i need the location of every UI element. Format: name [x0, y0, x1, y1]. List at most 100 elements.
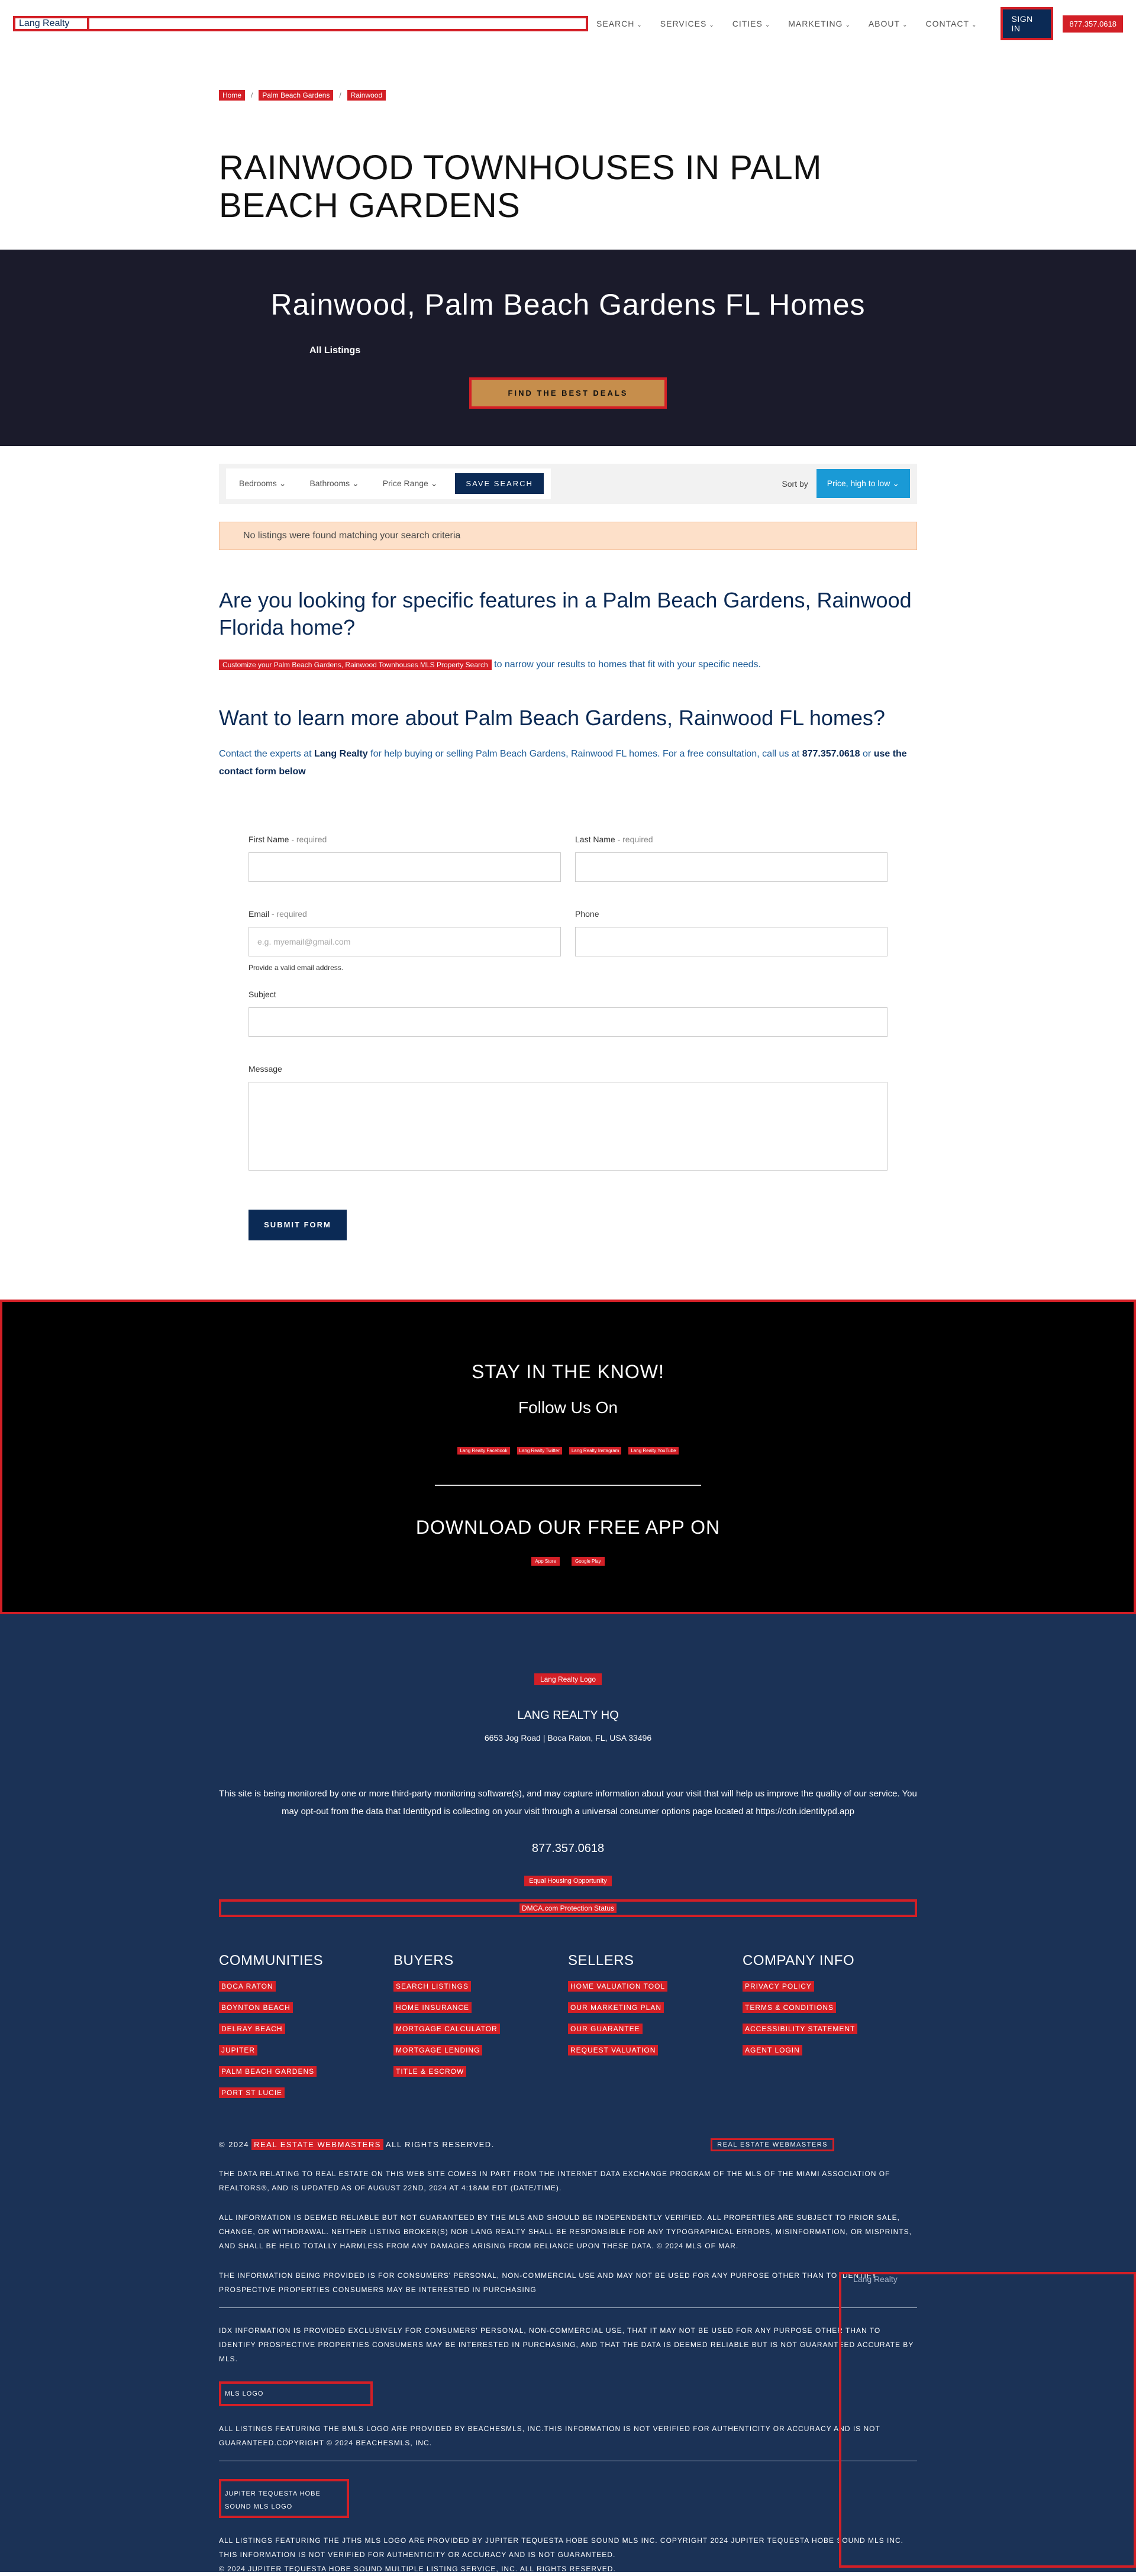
rew-link[interactable]: REAL ESTATE WEBMASTERS: [251, 2139, 383, 2151]
stay-in-the-know-section: STAY IN THE KNOW! Follow Us On Lang Real…: [0, 1299, 1136, 1614]
chat-widget-frame[interactable]: Lang Realty: [839, 2271, 1136, 2568]
footer-link[interactable]: TITLE & ESCROW: [393, 2066, 568, 2077]
bathrooms-select[interactable]: Bathrooms ⌄: [304, 479, 364, 489]
page-title: RAINWOOD TOWNHOUSES IN PALM BEACH GARDEN…: [219, 148, 822, 225]
sort-control: Sort by Price, high to low ⌄: [782, 469, 910, 499]
first-name-group: First Name - required: [248, 835, 561, 882]
breadcrumb-separator: /: [251, 91, 253, 99]
phone-field[interactable]: [575, 926, 888, 956]
legal-text: ALL LISTINGS FEATURING THE JTHS MLS LOGO…: [219, 2536, 903, 2559]
legal-text: THE INFORMATION BEING PROVIDED IS FOR CO…: [219, 2271, 877, 2294]
breadcrumb-community[interactable]: Rainwood: [347, 90, 386, 101]
contact-form: First Name - required Last Name - requir…: [248, 835, 888, 1198]
app-store-badge[interactable]: App Store: [531, 1555, 560, 1566]
subject-group: Subject: [248, 990, 888, 1037]
rew-badge[interactable]: REAL ESTATE WEBMASTERS: [711, 2138, 834, 2151]
footer-phone[interactable]: 877.357.0618: [0, 1842, 1136, 1856]
features-text: Customize your Palm Beach Gardens, Rainw…: [219, 660, 917, 671]
customize-search-link[interactable]: Customize your Palm Beach Gardens, Rainw…: [219, 660, 492, 671]
footer-link[interactable]: AGENT LOGIN: [743, 2044, 917, 2055]
nav-services[interactable]: SERVICES ⌄: [660, 19, 715, 28]
footer-link[interactable]: OUR GUARANTEE: [568, 2023, 743, 2034]
tab-all-listings[interactable]: All Listings: [309, 345, 360, 355]
sign-in-button[interactable]: SIGN IN: [1001, 7, 1054, 40]
instagram-icon[interactable]: Lang Realty Instagram: [569, 1444, 622, 1455]
features-section: Are you looking for specific features in…: [219, 587, 917, 671]
email-field[interactable]: e.g. myemail@gmail.com: [248, 926, 561, 956]
nav-about[interactable]: ABOUT ⌄: [869, 19, 908, 28]
breadcrumb-home[interactable]: Home: [219, 90, 246, 101]
dmca-badge[interactable]: DMCA.com Protection Status: [219, 1899, 917, 1917]
learn-more-heading: Want to learn more about Palm Beach Gard…: [219, 706, 885, 731]
stay-title: STAY IN THE KNOW!: [472, 1360, 664, 1382]
legal-text: © 2024 JUPITER TEQUESTA HOBE SOUND MULTI…: [219, 2564, 616, 2573]
nav-cities[interactable]: CITIES ⌄: [732, 19, 771, 28]
google-play-badge[interactable]: Google Play: [571, 1555, 605, 1566]
footer-columns: COMMUNITIES BOCA RATON BOYNTON BEACH DEL…: [219, 1953, 917, 2109]
footer-link[interactable]: JUPITER: [219, 2044, 393, 2055]
footer-link[interactable]: BOYNTON BEACH: [219, 2002, 393, 2013]
email-label: Email - required: [248, 909, 307, 919]
last-name-field[interactable]: [575, 852, 888, 882]
contact-paragraph: Contact the experts at Lang Realty for h…: [219, 748, 907, 777]
footer-logo[interactable]: Lang Realty Logo: [534, 1673, 602, 1685]
facebook-icon[interactable]: Lang Realty Facebook: [457, 1444, 510, 1455]
chevron-down-icon: ⌄: [845, 22, 851, 28]
hero-title: Rainwood, Palm Beach Gardens FL Homes: [270, 287, 866, 321]
logo-bar[interactable]: Lang Realty: [13, 16, 589, 31]
chevron-down-icon: ⌄: [764, 22, 771, 28]
breadcrumb-city[interactable]: Palm Beach Gardens: [259, 90, 334, 101]
footer-link[interactable]: MORTGAGE LENDING: [393, 2044, 568, 2055]
footer-link[interactable]: ACCESSIBILITY STATEMENT: [743, 2023, 917, 2034]
footer-col-company: COMPANY INFO PRIVACY POLICY TERMS & COND…: [743, 1953, 917, 2109]
features-heading: Are you looking for specific features in…: [219, 587, 912, 640]
chevron-down-icon: ⌄: [637, 22, 643, 28]
message-textarea[interactable]: [248, 1081, 888, 1171]
message-group: Message: [248, 1064, 888, 1171]
bedrooms-select[interactable]: Bedrooms ⌄: [233, 479, 292, 489]
chevron-down-icon: ⌄: [279, 479, 286, 489]
form-actions: SUBMIT FORM: [248, 1209, 888, 1240]
footer-link[interactable]: DELRAY BEACH: [219, 2023, 393, 2034]
footer-link[interactable]: SEARCH LISTINGS: [393, 1980, 568, 1992]
title-section: Home / Palm Beach Gardens / Rainwood RAI…: [219, 90, 917, 225]
twitter-icon[interactable]: Lang Realty Twitter: [517, 1444, 562, 1455]
submit-form-button[interactable]: SUBMIT FORM: [248, 1209, 347, 1240]
breadcrumb-separator: /: [339, 91, 341, 99]
legal-text: THE DATA RELATING TO REAL ESTATE ON THIS…: [219, 2169, 890, 2192]
sort-select[interactable]: Price, high to low ⌄: [816, 469, 910, 499]
price-range-select[interactable]: Price Range ⌄: [377, 479, 444, 489]
listing-tabs: All Listings: [219, 345, 917, 356]
subject-field[interactable]: [248, 1007, 888, 1037]
copyright-row: © 2024 REAL ESTATE WEBMASTERS ALL RIGHTS…: [219, 2138, 917, 2151]
nav-marketing[interactable]: MARKETING ⌄: [788, 19, 851, 28]
learn-more-section: Want to learn more about Palm Beach Gard…: [219, 704, 917, 781]
legal-text: ALL LISTINGS FEATURING THE BMLS LOGO ARE…: [219, 2424, 880, 2447]
find-best-deals-button[interactable]: FIND THE BEST DEALS: [469, 377, 667, 409]
subject-label: Subject: [248, 989, 276, 999]
site-logo[interactable]: Lang Realty: [15, 18, 89, 29]
nav-contact[interactable]: CONTACT ⌄: [925, 19, 977, 28]
chevron-down-icon: ⌄: [902, 22, 908, 28]
footer-link[interactable]: BOCA RATON: [219, 1980, 393, 1992]
footer-link[interactable]: HOME INSURANCE: [393, 2002, 568, 2013]
footer-link[interactable]: TERMS & CONDITIONS: [743, 2002, 917, 2013]
save-search-button[interactable]: SAVE SEARCH: [455, 473, 544, 494]
footer-link[interactable]: PORT ST LUCIE: [219, 2087, 393, 2098]
footer-col-communities: COMMUNITIES BOCA RATON BOYNTON BEACH DEL…: [219, 1953, 393, 2109]
header-phone-link[interactable]: 877.357.0618: [1063, 15, 1123, 33]
footer-link[interactable]: REQUEST VALUATION: [568, 2044, 743, 2055]
youtube-icon[interactable]: Lang Realty YouTube: [628, 1444, 679, 1455]
mls-logo: MLS LOGO: [219, 2381, 373, 2406]
breadcrumb: Home / Palm Beach Gardens / Rainwood: [219, 90, 917, 101]
footer-link[interactable]: OUR MARKETING PLAN: [568, 2002, 743, 2013]
footer-link[interactable]: MORTGAGE CALCULATOR: [393, 2023, 568, 2034]
contact-phone-link[interactable]: 877.357.0618: [802, 749, 860, 759]
footer-link[interactable]: PALM BEACH GARDENS: [219, 2066, 393, 2077]
footer-link[interactable]: PRIVACY POLICY: [743, 1980, 917, 1992]
first-name-field[interactable]: [248, 852, 561, 882]
footer-col-title: COMMUNITIES: [219, 1952, 324, 1969]
nav-search[interactable]: SEARCH ⌄: [596, 19, 643, 28]
footer-link[interactable]: HOME VALUATION TOOL: [568, 1980, 743, 1992]
first-name-label: First Name - required: [248, 834, 327, 844]
